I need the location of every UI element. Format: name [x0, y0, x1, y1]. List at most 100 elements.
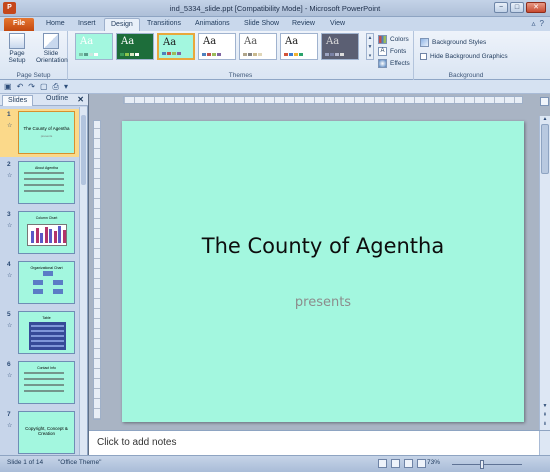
previous-slide-icon[interactable]: ⇞ [541, 412, 549, 419]
tab-home[interactable]: Home [40, 18, 71, 31]
theme-thumbnail[interactable]: Aa [116, 33, 154, 60]
view-buttons [378, 459, 426, 468]
notes-placeholder[interactable]: Click to add notes [97, 437, 177, 448]
theme-thumbnail[interactable]: Aa [75, 33, 113, 60]
slide-title[interactable]: The County of Agentha [122, 234, 524, 258]
customize-icon[interactable]: ▾ [64, 82, 68, 92]
page-setup-group-label: Page Setup [16, 72, 51, 79]
scroll-down-icon[interactable]: ▼ [541, 403, 549, 410]
slide-thumbnail[interactable]: The County of Agentha presents [18, 111, 75, 154]
theme-glyph: Aa [163, 37, 177, 48]
new-slide-icon[interactable]: ▢ [40, 82, 48, 92]
theme-swatches [325, 53, 344, 56]
slide-scroll-knob[interactable] [541, 124, 549, 174]
effects-button[interactable]: Effects [378, 57, 410, 69]
slide-scrollbar[interactable]: ▲ ▼ ⇞ ⇟ [539, 116, 550, 430]
tab-transitions[interactable]: Transitions [141, 18, 187, 31]
hide-background-label: Hide Background Graphics [430, 52, 508, 60]
next-slide-icon[interactable]: ⇟ [541, 421, 549, 428]
transition-icon: ☆ [7, 273, 13, 279]
zoom-slider[interactable] [452, 464, 522, 465]
zoom-level[interactable]: 73% [427, 459, 440, 466]
panel-scrollbar[interactable] [79, 107, 87, 455]
notes-scrollbar[interactable] [539, 431, 550, 456]
scroll-up-icon[interactable]: ▲ [541, 116, 549, 123]
theme-thumbnail[interactable]: Aa [280, 33, 318, 60]
current-slide[interactable]: The County of Agentha presents [122, 121, 524, 422]
zoom-slider-knob[interactable] [480, 460, 484, 469]
status-bar: Slide 1 of 14 "Office Theme" 73% [0, 455, 550, 472]
thumbnail-title: Column Chart [35, 216, 58, 220]
slide-counter: Slide 1 of 14 [7, 459, 44, 466]
slideshow-icon[interactable] [417, 459, 426, 468]
slide-thumbnail[interactable]: Contact Info [18, 361, 75, 404]
notes-pane[interactable]: Click to add notes [89, 430, 550, 456]
slide-thumbnail-item[interactable]: 2 ☆ About Agentha [0, 159, 80, 207]
hide-background-checkbox[interactable] [420, 52, 427, 60]
panel-scroll-knob[interactable] [81, 115, 86, 185]
theme-thumbnail[interactable]: Aa [239, 33, 277, 60]
slide-thumbnail-item[interactable]: 5 ☆ Table [0, 309, 80, 357]
slide-subtitle[interactable]: presents [122, 295, 524, 310]
theme-swatches [79, 53, 98, 56]
tab-view[interactable]: View [324, 18, 351, 31]
gallery-scroll[interactable]: ▲ ▼ ▾ [366, 33, 374, 60]
slide-thumbnail[interactable]: Copyright, Concept & Creation [18, 411, 75, 454]
window-title: ind_5334_slide.ppt [Compatibility Mode] … [169, 4, 381, 13]
theme-thumbnail[interactable]: Aa [198, 33, 236, 60]
minimize-button[interactable]: − [494, 2, 508, 13]
background-styles-button[interactable]: Background Styles [420, 35, 508, 49]
normal-view-icon[interactable] [378, 459, 387, 468]
theme-thumbnail[interactable]: Aa [157, 33, 195, 60]
undo-icon[interactable]: ↶ [17, 82, 24, 92]
panel-close-icon[interactable]: ✕ [77, 95, 84, 104]
save-icon[interactable]: ▣ [4, 82, 12, 92]
fonts-button[interactable]: A Fonts [378, 45, 410, 57]
minimize-ribbon-icon[interactable]: ▵ [532, 19, 536, 28]
hide-background-graphics[interactable]: Hide Background Graphics [420, 49, 508, 63]
theme-swatches [120, 53, 139, 56]
tab-outline[interactable]: Outline [46, 95, 68, 102]
thumbnail-title: The County of Agentha [23, 126, 70, 131]
theme-name[interactable]: "Office Theme" [58, 459, 101, 466]
slide-thumbnail-item[interactable]: 1 ☆ The County of Agentha presents [0, 109, 80, 157]
slide-thumbnail-item[interactable]: 3 ☆ Column Chart [0, 209, 80, 257]
help-icon[interactable]: ? [540, 19, 544, 28]
window-controls: − □ ✕ [494, 2, 546, 13]
tab-design[interactable]: Design [104, 18, 140, 31]
ruler-toggle-button[interactable] [540, 97, 549, 106]
thumbnail-org-chart [33, 271, 63, 298]
slide-thumbnail[interactable]: Table [18, 311, 75, 354]
close-button[interactable]: ✕ [526, 2, 546, 13]
slide-thumbnail-item[interactable]: 6 ☆ Contact Info [0, 359, 80, 407]
slide-number: 6 [7, 361, 11, 368]
thumbnail-bullets [24, 372, 64, 396]
colors-button[interactable]: Colors [378, 33, 410, 45]
slide-editing-area: The County of Agentha presents ▲ ▼ ⇞ ⇟ [89, 94, 550, 430]
theme-swatches [202, 53, 221, 56]
slide-thumbnail-item[interactable]: 7 ☆ Copyright, Concept & Creation [0, 409, 80, 455]
slide-number: 2 [7, 161, 11, 168]
slide-sorter-icon[interactable] [391, 459, 400, 468]
slide-thumbnail[interactable]: About Agentha [18, 161, 75, 204]
maximize-button[interactable]: □ [510, 2, 524, 13]
reading-view-icon[interactable] [404, 459, 413, 468]
tab-insert[interactable]: Insert [72, 18, 102, 31]
slide-orientation-button[interactable]: Slide Orientation [36, 33, 68, 64]
tab-file[interactable]: File [4, 18, 34, 31]
themes-group-label: Themes [228, 72, 253, 79]
tab-animations[interactable]: Animations [189, 18, 236, 31]
slide-number: 5 [7, 311, 11, 318]
page-setup-icon [9, 33, 25, 49]
slide-thumbnail[interactable]: Organizational Chart [18, 261, 75, 304]
tab-slide-show[interactable]: Slide Show [238, 18, 285, 31]
slide-thumbnail-item[interactable]: 4 ☆ Organizational Chart [0, 259, 80, 307]
page-setup-button[interactable]: Page Setup [3, 33, 31, 64]
tab-review[interactable]: Review [286, 18, 321, 31]
redo-icon[interactable]: ↷ [28, 82, 35, 92]
theme-thumbnail[interactable]: Aa [321, 33, 359, 60]
transition-icon: ☆ [7, 423, 13, 429]
tab-slides[interactable]: Slides [2, 95, 34, 106]
print-icon[interactable]: ⎙ [53, 82, 59, 92]
slide-thumbnail[interactable]: Column Chart [18, 211, 75, 254]
